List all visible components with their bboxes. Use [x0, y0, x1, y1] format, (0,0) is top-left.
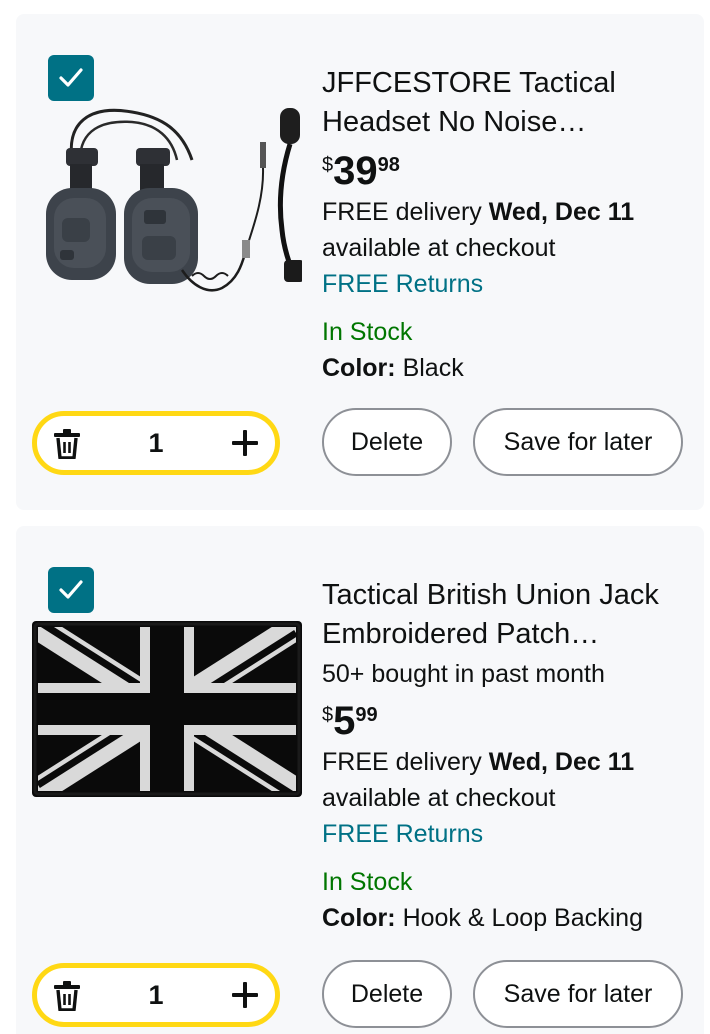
- price-symbol: $: [322, 704, 334, 726]
- stock-status: In Stock: [322, 868, 413, 896]
- color-label: Color:: [322, 354, 396, 382]
- delivery-date: Wed, Dec 11: [488, 748, 635, 776]
- delivery-note: available at checkout: [322, 234, 556, 262]
- checkmark-icon: [59, 68, 83, 87]
- product-image-headset[interactable]: [32, 100, 302, 300]
- color-value: Hook & Loop Backing: [402, 904, 643, 932]
- delete-button[interactable]: Delete: [322, 960, 452, 1028]
- free-returns-link[interactable]: FREE Returns: [322, 816, 692, 852]
- delivery-date: Wed, Dec 11: [488, 198, 635, 226]
- save-for-later-button[interactable]: Save for later: [473, 960, 683, 1028]
- price: $ 5 99: [322, 698, 692, 744]
- price-fraction: 98: [377, 154, 400, 176]
- stock-status: In Stock: [322, 318, 413, 346]
- color-label: Color:: [322, 904, 396, 932]
- color-attribute: Color: Hook & Loop Backing: [322, 900, 692, 936]
- item-select-checkbox[interactable]: [48, 55, 94, 101]
- price-whole: 5: [333, 699, 356, 743]
- delivery-prefix: FREE delivery: [322, 748, 489, 776]
- item-details: JFFCESTORE Tactical Headset No Noise Red…: [322, 64, 692, 386]
- product-title[interactable]: Tactical British Union Jack Embroidered …: [322, 576, 692, 654]
- item-select-checkbox[interactable]: [48, 567, 94, 613]
- plus-icon[interactable]: [231, 429, 259, 457]
- price-symbol: $: [322, 154, 334, 176]
- plus-icon[interactable]: [231, 981, 259, 1009]
- item-details: Tactical British Union Jack Embroidered …: [322, 576, 692, 936]
- cart-item: JFFCESTORE Tactical Headset No Noise Red…: [16, 14, 704, 510]
- product-title[interactable]: JFFCESTORE Tactical Headset No Noise Red…: [322, 64, 692, 142]
- cart-item: Tactical British Union Jack Embroidered …: [16, 526, 704, 1034]
- price-whole: 39: [333, 149, 378, 193]
- delivery-prefix: FREE delivery: [322, 198, 489, 226]
- quantity-stepper: 1: [32, 411, 280, 475]
- delivery-info: FREE delivery Wed, Dec 11: [322, 744, 692, 780]
- color-value: Black: [402, 354, 464, 382]
- delete-button[interactable]: Delete: [322, 408, 452, 476]
- delivery-info: FREE delivery Wed, Dec 11: [322, 194, 692, 230]
- delivery-note: available at checkout: [322, 784, 556, 812]
- price-fraction: 99: [355, 704, 378, 726]
- quantity-stepper: 1: [32, 963, 280, 1027]
- save-for-later-button[interactable]: Save for later: [473, 408, 683, 476]
- product-image-union-jack-patch[interactable]: [32, 621, 302, 797]
- checkmark-icon: [59, 580, 83, 599]
- bought-count: 50+ bought in past month: [322, 660, 605, 688]
- price: $ 39 98: [322, 148, 692, 194]
- free-returns-link[interactable]: FREE Returns: [322, 266, 692, 302]
- color-attribute: Color: Black: [322, 350, 692, 386]
